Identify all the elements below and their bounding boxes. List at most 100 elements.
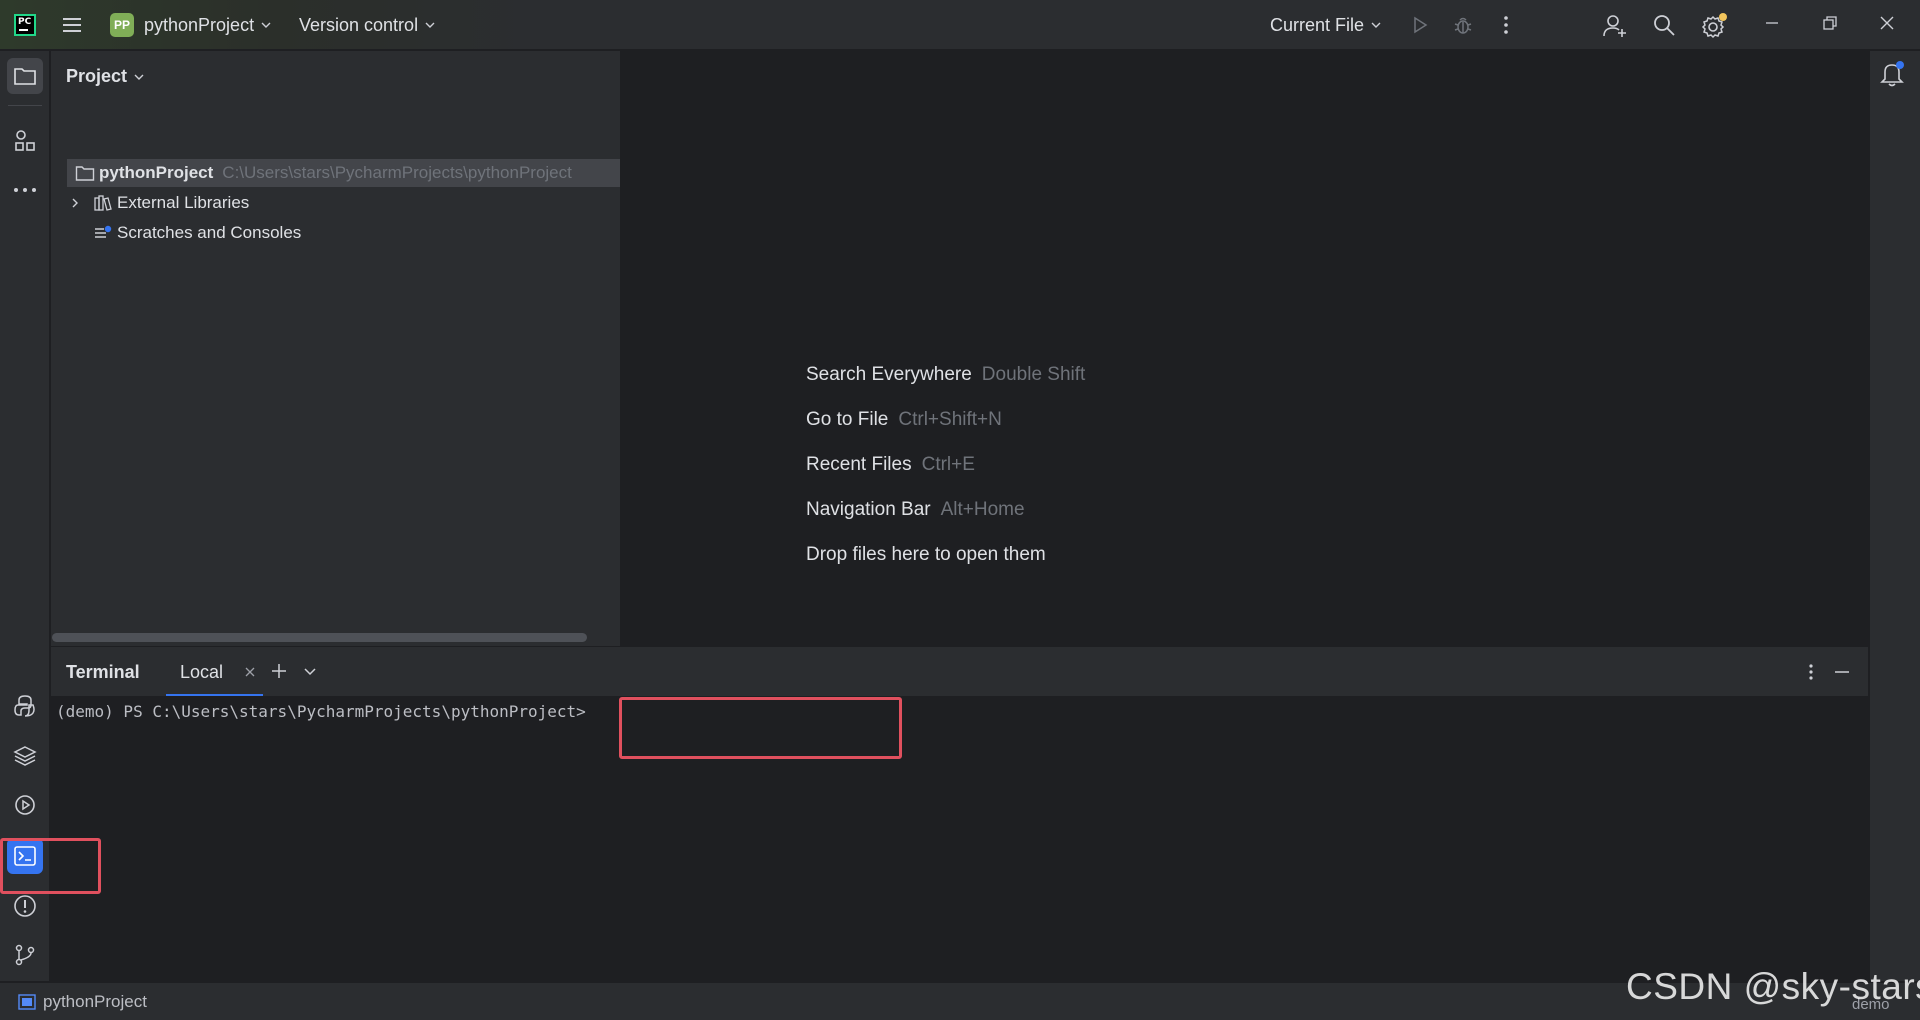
project-tool-button[interactable]	[7, 58, 43, 94]
gear-icon	[1701, 13, 1727, 39]
hint-navigation-bar: Navigation Bar Alt+Home	[806, 499, 1025, 521]
editor-empty-area: Search Everywhere Double Shift Go to File…	[622, 51, 1868, 646]
project-panel-title-label: Project	[66, 66, 128, 86]
code-with-me-button[interactable]	[1602, 13, 1628, 39]
services-icon	[15, 795, 35, 815]
more-vertical-icon	[1809, 664, 1813, 680]
hint-shortcut: Ctrl+E	[921, 454, 975, 475]
minimize-icon	[1835, 671, 1849, 673]
horizontal-scrollbar[interactable]	[52, 633, 587, 642]
run-configuration-label: Current File	[1270, 14, 1365, 35]
python-icon	[14, 695, 35, 717]
debug-button[interactable]	[1452, 14, 1474, 36]
hint-search-everywhere: Search Everywhere Double Shift	[806, 364, 1085, 386]
right-tool-window-bar	[1869, 51, 1920, 981]
run-button[interactable]	[1410, 15, 1430, 35]
plus-icon	[272, 664, 286, 678]
more-horizontal-icon	[14, 188, 36, 192]
status-project-breadcrumb[interactable]: pythonProject	[43, 992, 147, 1012]
terminal-output[interactable]: (demo) PS C:\Users\stars\PycharmProjects…	[51, 696, 1868, 982]
hint-shortcut: Alt+Home	[940, 499, 1025, 520]
pycharm-logo-icon: PC	[14, 14, 36, 36]
structure-tool-button[interactable]	[7, 123, 43, 159]
chevron-right-icon[interactable]	[69, 197, 81, 209]
hamburger-menu-icon	[63, 18, 81, 32]
hint-drop-files: Drop files here to open them	[806, 544, 1046, 566]
watermark: CSDN @sky-stars	[1626, 966, 1920, 1007]
close-window-button[interactable]	[1879, 15, 1895, 31]
play-icon	[1414, 16, 1428, 34]
hint-label: Recent Files	[806, 454, 912, 475]
search-icon	[1654, 15, 1675, 36]
folder-icon	[75, 166, 95, 181]
tree-item-scratches[interactable]: Scratches and Consoles	[51, 219, 620, 247]
new-terminal-tab-button[interactable]	[270, 662, 288, 680]
project-name: pythonProject	[144, 14, 255, 35]
add-user-icon	[1603, 15, 1626, 37]
chevron-down-icon	[425, 22, 435, 28]
notifications-button[interactable]	[1878, 59, 1908, 89]
tree-item-label: Scratches and Consoles	[117, 223, 302, 242]
hint-label: Drop files here to open them	[806, 544, 1046, 565]
bell-icon	[1880, 61, 1904, 87]
more-tool-windows-button[interactable]	[7, 172, 43, 208]
highlight-box-terminal-tool	[0, 838, 101, 894]
project-path: C:\Users\stars\PycharmProjects\pythonPro…	[222, 163, 572, 182]
services-tool-button[interactable]	[7, 787, 43, 823]
minimize-icon	[1766, 22, 1778, 24]
restore-icon	[1823, 16, 1837, 30]
close-icon	[1880, 16, 1894, 30]
main-menu-button[interactable]	[60, 13, 84, 37]
structure-icon	[15, 130, 35, 151]
tree-item-label: pythonProject	[99, 163, 214, 182]
layers-icon	[13, 746, 37, 766]
close-icon[interactable]	[244, 666, 256, 678]
terminal-tab-dropdown-button[interactable]	[303, 665, 317, 679]
version-control-label: Version control	[299, 14, 419, 35]
project-module-icon	[18, 994, 36, 1010]
python-console-tool-button[interactable]	[7, 688, 43, 724]
version-control-selector[interactable]: Version control	[299, 0, 436, 50]
stripe-divider	[8, 105, 42, 106]
more-actions-button[interactable]	[1496, 14, 1516, 36]
bug-icon	[1454, 17, 1472, 34]
chevron-down-icon	[261, 22, 271, 28]
project-panel-title[interactable]: Project	[66, 66, 145, 87]
tree-item-project-root[interactable]: pythonProject C:\Users\stars\PycharmProj…	[67, 159, 620, 187]
search-everywhere-button[interactable]	[1652, 13, 1676, 37]
folder-icon	[14, 68, 36, 85]
python-packages-tool-button[interactable]	[7, 738, 43, 774]
chevron-down-icon	[1371, 22, 1381, 28]
project-badge: PP	[110, 13, 134, 37]
project-tool-window: Project pythonProject C:\Users\stars\Pyc…	[51, 51, 621, 646]
title-bar: PC PP pythonProject Version control Curr…	[0, 0, 1920, 50]
hide-terminal-button[interactable]	[1833, 662, 1851, 682]
hint-label: Search Everywhere	[806, 364, 972, 385]
settings-button[interactable]	[1701, 12, 1729, 40]
tree-item-external-libraries[interactable]: External Libraries	[51, 189, 620, 217]
terminal-tab-label: Local	[180, 661, 224, 682]
more-vertical-icon	[1504, 16, 1508, 34]
hint-go-to-file: Go to File Ctrl+Shift+N	[806, 409, 1002, 431]
scratches-icon	[95, 225, 112, 238]
tree-item-label: External Libraries	[117, 193, 250, 212]
version-control-tool-button[interactable]	[7, 937, 43, 973]
library-icon	[94, 195, 112, 211]
hint-shortcut: Ctrl+Shift+N	[898, 409, 1002, 430]
minimize-window-button[interactable]	[1764, 15, 1780, 31]
terminal-title: Terminal	[66, 662, 140, 682]
chevron-down-icon	[304, 668, 316, 676]
git-branch-icon	[15, 944, 35, 966]
run-configuration-selector[interactable]: Current File	[1270, 0, 1382, 50]
hint-label: Navigation Bar	[806, 499, 931, 520]
project-selector[interactable]: PP pythonProject	[110, 0, 272, 50]
chevron-down-icon	[134, 74, 144, 80]
terminal-options-button[interactable]	[1803, 662, 1819, 682]
terminal-tool-window-header: Terminal Local	[51, 646, 1868, 697]
hint-label: Go to File	[806, 409, 889, 430]
hint-shortcut: Double Shift	[981, 364, 1086, 385]
restore-window-button[interactable]	[1822, 15, 1838, 31]
terminal-prompt: (demo) PS C:\Users\stars\PycharmProjects…	[56, 702, 586, 721]
warning-circle-icon	[14, 895, 36, 917]
terminal-tab-local[interactable]: Local	[166, 647, 263, 697]
